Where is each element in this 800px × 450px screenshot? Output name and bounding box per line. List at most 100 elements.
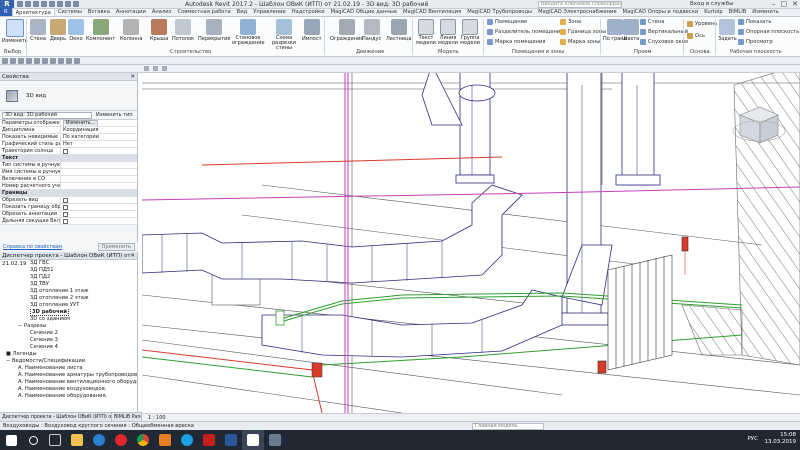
tree-item[interactable]: А. Наименование оборудования. [0,393,137,400]
tab-bimlib-panel[interactable]: BIMLIB Panel [112,413,142,421]
property-value[interactable]: По категории [61,134,137,140]
edit-visibility-button[interactable]: Изменить... [63,120,99,126]
property-value[interactable] [61,162,137,168]
tree-item[interactable]: Сечение 2 [0,330,137,337]
measure-icon[interactable] [57,1,63,7]
wall-opening-button[interactable]: Стена [640,19,664,25]
view-tab-icon[interactable] [162,66,167,71]
tree-item[interactable]: А. Наименование арматуры трубопроводов. [0,372,137,379]
floor-button[interactable]: Перекрытие [198,19,230,42]
tab-magicad-pipes[interactable]: MagiCAD Трубопроводы [464,8,535,16]
apply-button[interactable]: Применить [97,243,135,251]
property-checkbox[interactable] [63,205,68,210]
room-button[interactable]: Помещение [487,19,527,25]
property-value[interactable] [61,197,137,203]
task-view-button[interactable] [44,430,66,450]
ref-plane-button[interactable]: Опорная плоскость [738,29,799,35]
clock-time[interactable]: 15:08 [765,432,796,439]
close-icon[interactable]: ✕ [130,73,135,81]
print-icon[interactable] [49,1,55,7]
property-value[interactable] [61,218,137,224]
instance-dropdown[interactable]: 3D вид: 3D рабочий [2,111,92,119]
view-tab-icon[interactable] [153,66,158,71]
property-checkbox[interactable] [63,198,68,203]
tree-item[interactable]: А. Наименование листа [0,365,137,372]
redo-icon[interactable] [41,1,47,7]
tree-item[interactable]: 3D со зданием [0,316,137,323]
property-value[interactable]: Координация [61,127,137,133]
search-input[interactable]: Введите ключевое слово/фразу [538,1,622,8]
property-value[interactable]: Изменить... [61,120,137,126]
explorer-taskbar[interactable] [66,430,88,450]
tree-item[interactable]: − Разрезы [0,323,137,330]
3d-view-icon[interactable] [73,1,79,7]
tab-collaborate[interactable]: Совместная работа [174,8,233,16]
tab-bimlib[interactable]: BIMLIB [726,8,750,16]
ceiling-button[interactable]: Потолок [172,19,194,42]
app-taskbar[interactable] [264,430,286,450]
tab-architecture[interactable]: Архитектура [11,8,55,16]
view-tab-icon[interactable] [144,66,149,71]
text-icon[interactable] [65,1,71,7]
tool-icon[interactable] [34,57,40,64]
tree-item[interactable]: 3Д отопление УУТ [0,302,137,309]
tool-icon[interactable] [58,57,64,64]
open-icon[interactable] [17,1,23,7]
tab-project-browser[interactable]: Диспетчер проекта - Шаблон ОВиК (ИТП) от… [0,413,112,421]
tab-systems[interactable]: Системы [55,8,85,16]
active-workset-field[interactable]: Главная модель [472,423,544,430]
tool-icon[interactable] [2,57,8,64]
modify-button[interactable]: Изменить [2,19,28,44]
start-button[interactable] [0,430,22,450]
tree-item[interactable]: ■ Легенды [0,351,137,358]
sign-in-link[interactable]: Вход в службы [690,1,733,7]
dormer-button[interactable]: Слуховое окно [640,39,688,45]
room-separator-button[interactable]: Разделитель помещений [487,29,564,35]
tab-file[interactable]: R [0,8,12,16]
tab-magicad-common[interactable]: MagiCAD Общие данные [328,8,400,16]
level-button[interactable]: Уровень [687,21,717,27]
model-text-button[interactable]: Текст модели [416,19,436,46]
tree-item[interactable]: 3Д ТВУ [0,281,137,288]
tool-icon[interactable] [18,57,24,64]
opera-taskbar[interactable] [110,430,132,450]
property-value[interactable] [61,211,137,217]
door-button[interactable]: Дверь [50,19,66,42]
tree-item[interactable]: А. Наименование вентиляционного оборудо.… [0,379,137,386]
tab-magicad-electric[interactable]: MagiCAD Электроснабжение [535,8,619,16]
3d-viewport[interactable] [142,65,800,413]
property-checkbox[interactable] [63,212,68,217]
close-icon[interactable]: ✕ [792,0,798,9]
search-taskbar-button[interactable] [22,430,44,450]
acrobat-taskbar[interactable] [198,430,220,450]
area-button[interactable]: Зона [560,19,581,25]
close-icon[interactable]: ✕ [130,252,135,260]
property-value[interactable]: Нет [61,141,137,147]
vertical-opening-button[interactable]: Вертикальный [640,29,688,35]
property-value[interactable] [61,169,137,175]
curtain-grid-button[interactable]: Схема разрезки стены [266,19,302,51]
clock-date[interactable]: 13.03.2019 [765,439,797,446]
model-group-button[interactable]: Группа модели [460,19,480,46]
property-value[interactable] [61,204,137,210]
tree-item[interactable]: 3D рабочий [0,309,137,316]
edge-taskbar[interactable] [88,430,110,450]
property-value[interactable] [61,183,137,189]
save-icon[interactable] [25,1,31,7]
shaft-button[interactable]: Шахта [622,19,639,42]
mullion-button[interactable]: Импост [302,19,322,42]
property-group[interactable]: Границы [0,190,137,197]
roof-button[interactable]: Крыша [150,19,168,42]
skype-taskbar[interactable] [176,430,198,450]
property-value[interactable] [61,148,137,154]
tool-icon[interactable] [42,57,48,64]
grid-button[interactable]: Ось [687,33,705,39]
type-selector[interactable]: 3D вид [0,81,137,111]
show-workplane-button[interactable]: Показать [738,19,771,25]
revit-taskbar[interactable] [242,430,264,450]
tab-magicad-supports[interactable]: MagiCAD Опоры и подвески [620,8,702,16]
undo-icon[interactable] [33,1,39,7]
stair-button[interactable]: Лестница [386,19,411,42]
tab-manage[interactable]: Управление [250,8,289,16]
properties-help-link[interactable]: Справка по свойствам [3,244,62,250]
